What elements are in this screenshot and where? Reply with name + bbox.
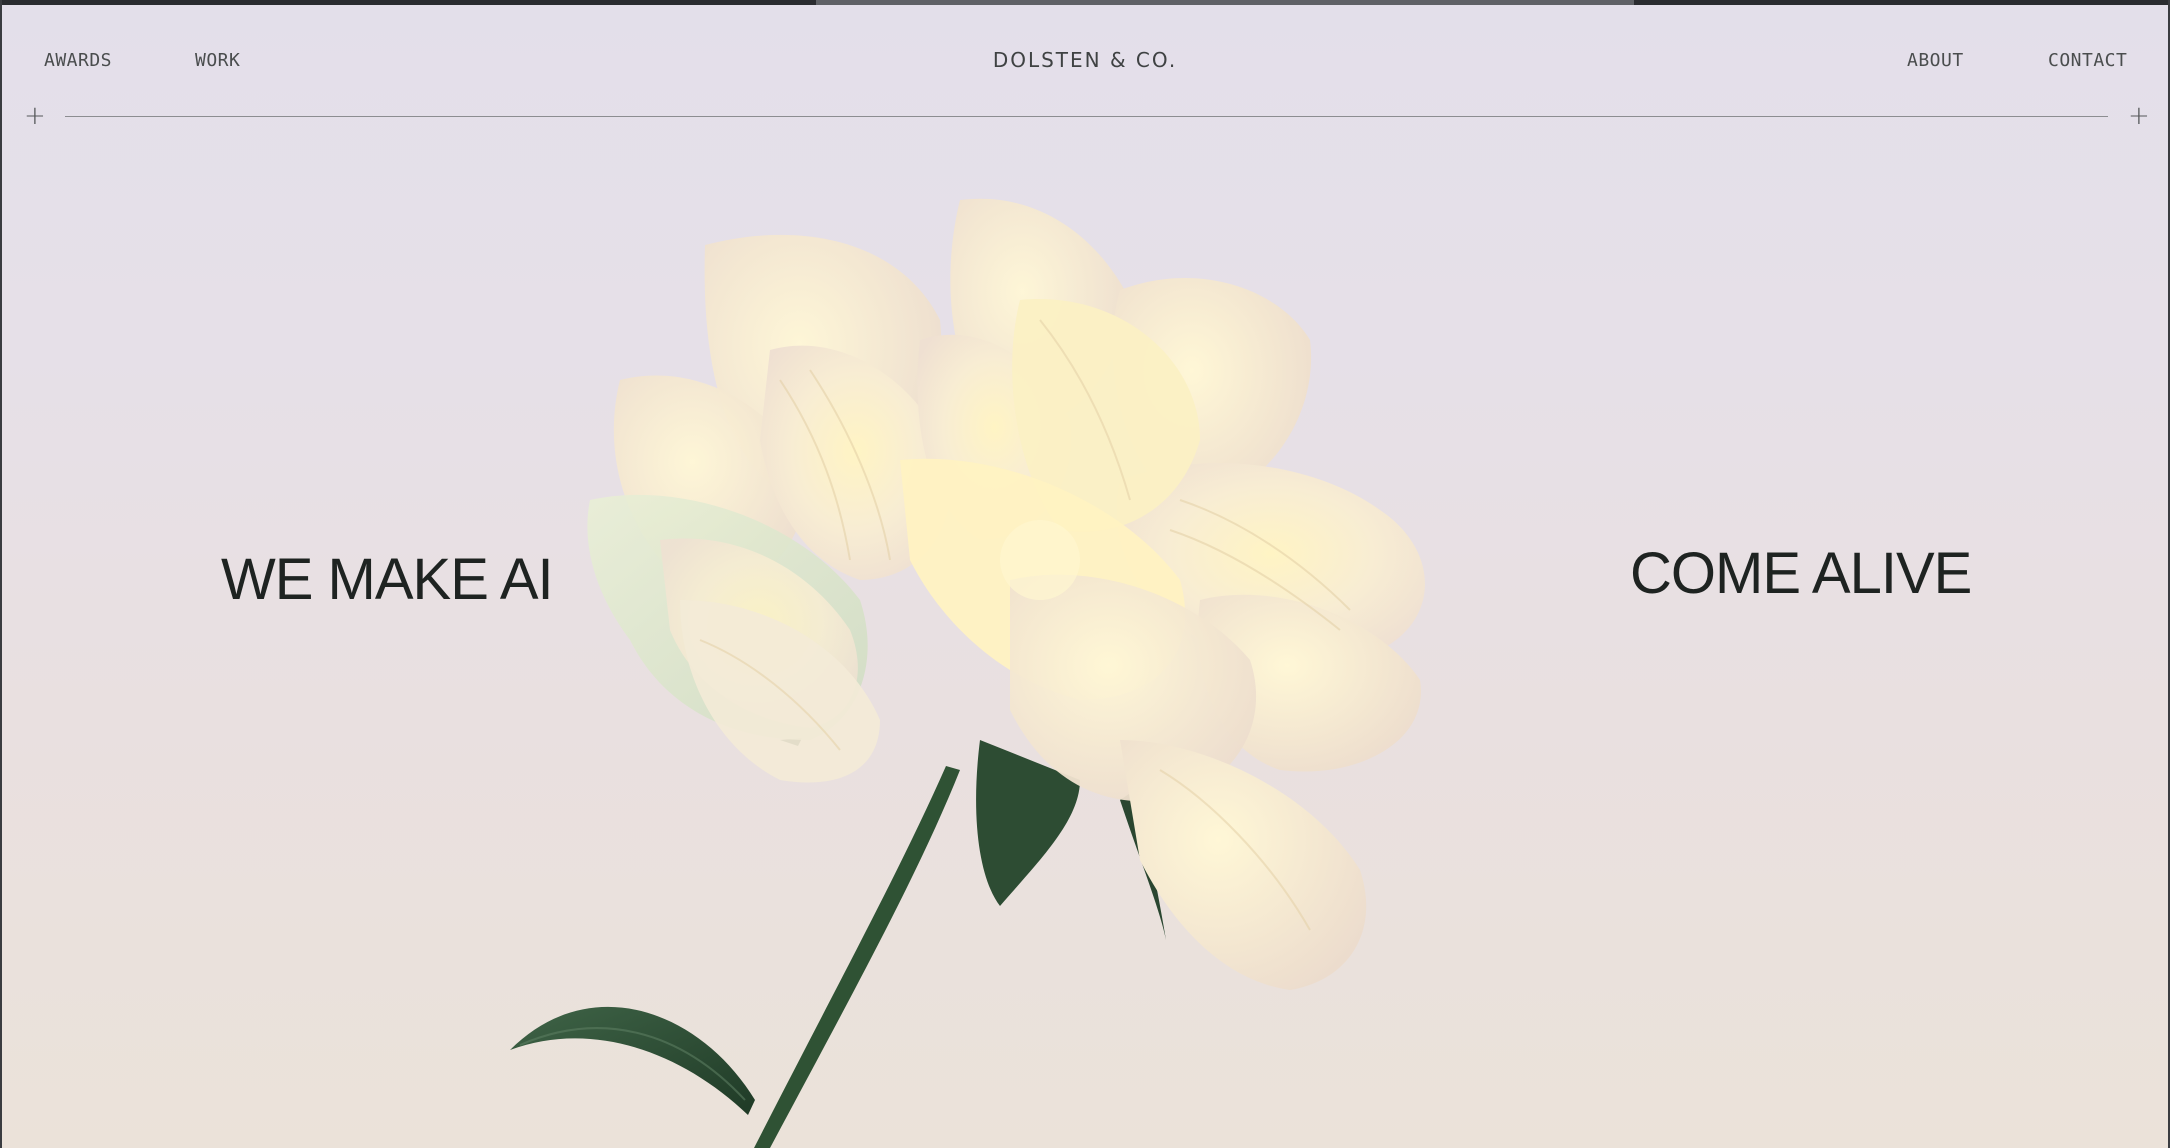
plus-icon-left: + xyxy=(24,101,46,131)
brand-logo[interactable]: DOLSTEN & CO. xyxy=(993,48,1177,72)
flower-stem xyxy=(754,766,960,1148)
header-divider xyxy=(65,116,2108,117)
brand-logo-container: DOLSTEN & CO. xyxy=(0,48,2170,72)
flower-leaf-left xyxy=(510,1006,755,1115)
nav-contact-link[interactable]: CONTACT xyxy=(2048,50,2127,71)
hero-headline-right: COME ALIVE xyxy=(1630,541,1972,606)
nav-about-link[interactable]: ABOUT xyxy=(1907,50,1964,71)
nav-work-link[interactable]: WORK xyxy=(195,50,240,71)
browser-progress-bar xyxy=(0,0,2170,5)
nav-awards-link[interactable]: AWARDS xyxy=(44,50,112,71)
active-tab-indicator xyxy=(816,0,1634,5)
plus-icon-right: + xyxy=(2128,101,2150,131)
window-frame-left xyxy=(0,0,2,1148)
flower-illustration xyxy=(510,198,1425,1148)
